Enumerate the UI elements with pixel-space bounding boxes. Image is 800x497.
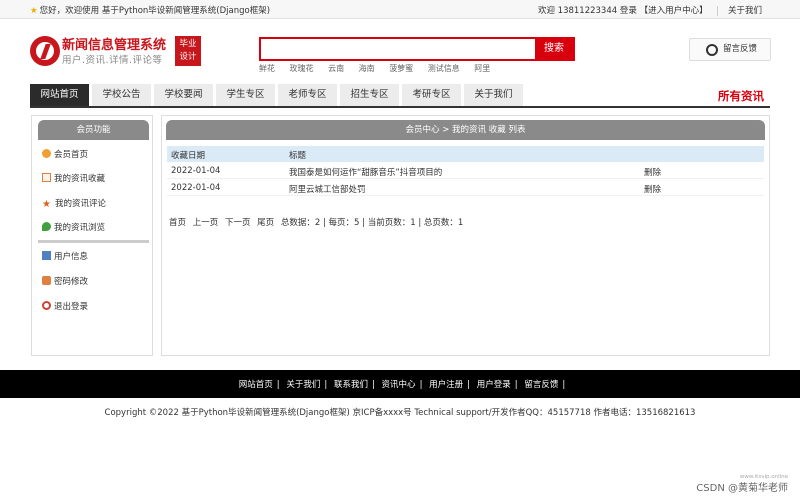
lock-icon [42, 276, 51, 285]
row-date: 2022-01-04 [171, 183, 221, 193]
hot-keyword[interactable]: 测试信息 [428, 64, 460, 73]
sidebar-item-logout[interactable]: 退出登录 [42, 300, 88, 314]
main-nav: 网站首页 学校公告 学校要闻 学生专区 老师专区 招生专区 考研专区 关于我们 … [30, 84, 770, 108]
next-page-link[interactable]: 下一页 [225, 218, 251, 228]
row-title-link[interactable]: 我国泰是如何运作“甜豚音乐”抖音项目的 [289, 166, 442, 178]
table-header: 收藏日期 标题 [167, 146, 764, 162]
breadcrumb: 会员中心 > 我的资讯 收藏 列表 [166, 120, 765, 140]
delete-button[interactable]: 删除 [644, 166, 661, 178]
sidebar-item-favorites[interactable]: 我的资讯收藏 [42, 172, 105, 186]
hot-keyword[interactable]: 玫瑰花 [290, 64, 314, 73]
hot-keyword[interactable]: 云南 [328, 64, 344, 73]
headset-icon [706, 44, 718, 56]
main-content: 会员中心 > 我的资讯 收藏 列表 收藏日期 标题 2022-01-04 我国泰… [161, 115, 770, 356]
nav-item-announcements[interactable]: 学校公告 [92, 84, 151, 106]
row-date: 2022-01-04 [171, 166, 221, 176]
site-subtitle: 用户.资讯.详情.评论等 [62, 55, 163, 66]
nav-item-school-news[interactable]: 学校要闻 [154, 84, 213, 106]
search-box: 搜索 [259, 37, 575, 61]
nav-item-admissions[interactable]: 招生专区 [340, 84, 399, 106]
user-links: 欢迎 13811223344 登录 【进入用户中心】 关于我们 [538, 4, 762, 16]
map-pin-icon [42, 222, 51, 231]
table-row: 2022-01-04 我国泰是如何运作“甜豚音乐”抖音项目的 删除 [167, 163, 764, 179]
nav-item-about[interactable]: 关于我们 [464, 84, 523, 106]
enter-user-center-link[interactable]: 【进入用户中心】 [640, 6, 708, 16]
column-header-title: 标题 [289, 151, 307, 161]
hot-keyword[interactable]: 海南 [359, 64, 375, 73]
search-input[interactable] [261, 39, 537, 59]
nav-item-graduate-exam[interactable]: 考研专区 [402, 84, 461, 106]
star-icon: ★ [42, 199, 51, 210]
nav-item-teachers[interactable]: 老师专区 [278, 84, 337, 106]
copyright: Copyright ©2022 基于Python毕设新闻管理系统(Django框… [104, 408, 696, 418]
login-status: 欢迎 13811223344 登录 [537, 6, 637, 16]
footer-link-feedback[interactable]: 留言反馈 [524, 380, 558, 390]
about-us-link[interactable]: 关于我们 [728, 6, 762, 16]
site-title: 新闻信息管理系统 [62, 38, 167, 53]
top-bar: ★ 您好，欢迎使用 基于Python毕设新闻管理系统(Django框架) 欢迎 1… [0, 0, 800, 19]
last-page-link[interactable]: 尾页 [257, 218, 274, 228]
hot-keyword[interactable]: 阿里 [474, 64, 490, 73]
footer-link-news[interactable]: 资讯中心 [382, 380, 416, 390]
home-icon [42, 149, 51, 158]
bookmark-icon [42, 173, 51, 182]
star-icon: ★ [30, 6, 38, 16]
power-icon [42, 301, 51, 310]
member-sidebar: 会员功能 会员首页 我的资讯收藏 ★ 我的资讯评论 我的资讯浏览 用户信息 密码修… [31, 115, 153, 356]
footer-links: 网站首页 | 关于我们 | 联系我们 | 资讯中心 | 用户注册 | 用户登录 | 留言反馈… [238, 380, 566, 390]
hot-keyword[interactable]: 菠萝蜜 [389, 64, 413, 73]
feedback-button[interactable]: 留言反馈 [689, 38, 771, 61]
footer-link-about[interactable]: 关于我们 [286, 380, 320, 390]
sidebar-item-user-info[interactable]: 用户信息 [42, 250, 88, 264]
all-news-link[interactable]: 所有资讯 [718, 88, 764, 104]
footer-link-register[interactable]: 用户注册 [429, 380, 463, 390]
column-header-date: 收藏日期 [171, 151, 206, 161]
sidebar-item-history[interactable]: 我的资讯浏览 [42, 221, 105, 235]
footer-bar: 网站首页 | 关于我们 | 联系我们 | 资讯中心 | 用户注册 | 用户登录 | 留言反馈… [0, 370, 800, 398]
sidebar-divider [38, 240, 149, 243]
sidebar-item-comments[interactable]: ★ 我的资讯评论 [42, 197, 106, 211]
search-button[interactable]: 搜索 [535, 39, 573, 59]
sidebar-item-member-home[interactable]: 会员首页 [42, 148, 88, 162]
hot-keywords: 鲜花 玫瑰花 云南 海南 菠萝蜜 测试信息 阿里 [259, 63, 502, 74]
hot-keyword[interactable]: 鲜花 [259, 64, 275, 73]
divider [717, 5, 719, 16]
welcome-text: ★ 您好，欢迎使用 基于Python毕设新闻管理系统(Django框架) [30, 6, 271, 16]
prev-page-link[interactable]: 上一页 [193, 218, 219, 228]
user-icon [42, 251, 51, 260]
first-page-link[interactable]: 首页 [169, 218, 186, 228]
pagination: 首页 上一页 下一页 尾页 总数据：2 | 每页：5 | 当前页数：1 | 总页… [169, 216, 467, 228]
nav-item-home[interactable]: 网站首页 [30, 84, 89, 106]
sidebar-item-change-password[interactable]: 密码修改 [42, 275, 88, 289]
row-title-link[interactable]: 阿里云城工信部处罚 [289, 183, 366, 195]
logo-icon [30, 36, 60, 66]
pagination-summary: 总数据：2 | 每页：5 | 当前页数：1 | 总页数：1 [280, 218, 464, 228]
watermark: CSDN @黄菊华老师 [696, 483, 788, 494]
footer-link-home[interactable]: 网站首页 [239, 380, 273, 390]
nav-item-students[interactable]: 学生专区 [216, 84, 275, 106]
graduation-badge: 毕业 设计 [175, 36, 201, 66]
footer-link-login[interactable]: 用户登录 [477, 380, 511, 390]
sidebar-title: 会员功能 [38, 120, 149, 140]
footer-link-contact[interactable]: 联系我们 [334, 380, 368, 390]
delete-button[interactable]: 删除 [644, 183, 661, 195]
table-row: 2022-01-04 阿里云城工信部处罚 删除 [167, 180, 764, 196]
